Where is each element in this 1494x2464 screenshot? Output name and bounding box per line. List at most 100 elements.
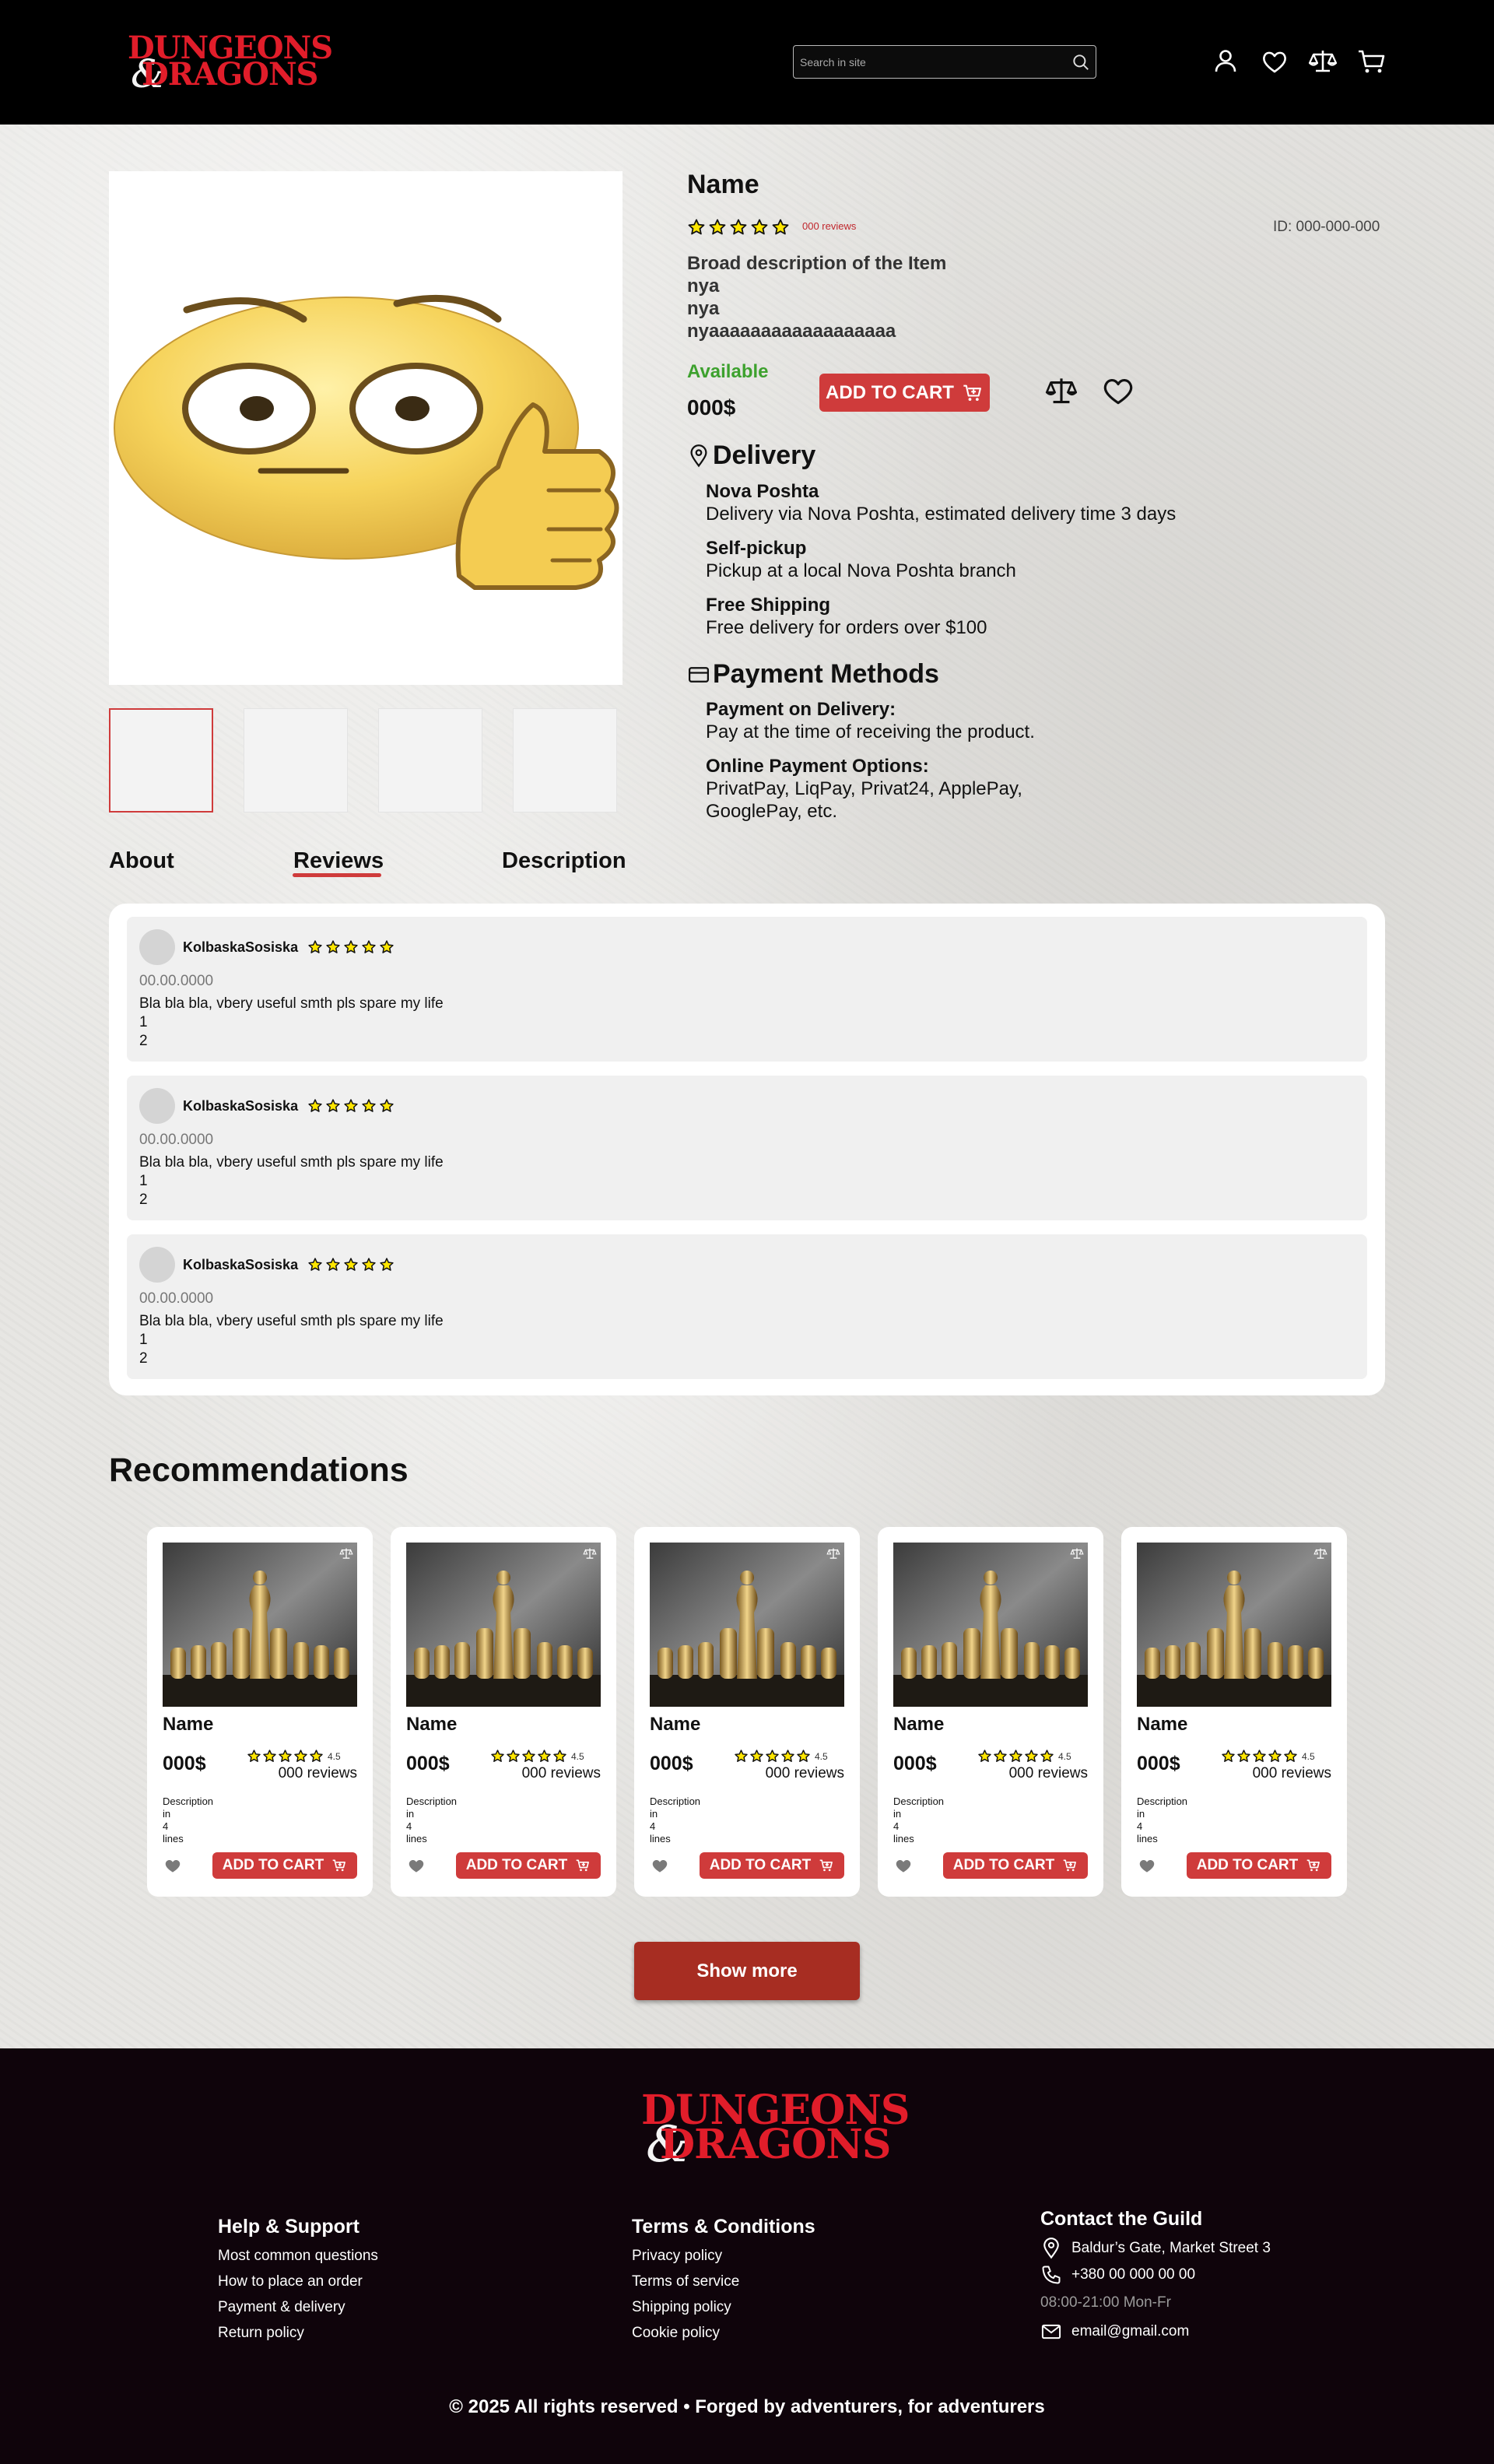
phone-icon bbox=[1042, 2266, 1061, 2284]
footer-dnd-logo[interactable]: DUNGEONS & DRAGONS bbox=[641, 2090, 910, 2171]
card-desc-line: lines bbox=[893, 1833, 914, 1844]
footer-link[interactable]: Shipping policy bbox=[632, 2299, 731, 2316]
footer-link[interactable]: Most common questions bbox=[218, 2248, 378, 2265]
compare-icon[interactable] bbox=[826, 1546, 841, 1561]
add-to-cart-button[interactable]: ADD TO CART bbox=[819, 374, 990, 412]
compare-icon[interactable] bbox=[1305, 44, 1341, 79]
thumbnail-4[interactable] bbox=[513, 708, 617, 813]
footer-link[interactable]: Terms of service bbox=[632, 2273, 739, 2290]
compare-icon[interactable] bbox=[1069, 1546, 1085, 1561]
card-description: Description in 4 lines bbox=[650, 1795, 720, 1845]
product-card[interactable]: Name 000$ 4.5 000 reviews Description in 4 line… bbox=[878, 1527, 1103, 1897]
card-price: 000$ bbox=[406, 1753, 450, 1774]
footer-link[interactable]: Payment & delivery bbox=[218, 2299, 345, 2316]
heart-icon[interactable] bbox=[893, 1855, 914, 1876]
card-price: 000$ bbox=[1137, 1753, 1180, 1774]
search-input[interactable] bbox=[800, 52, 1064, 72]
contact-hours: 08:00-21:00 Mon-Fr bbox=[1040, 2294, 1171, 2311]
add-to-cart-button[interactable]: ADD TO CART bbox=[212, 1852, 357, 1879]
card-desc-line: in bbox=[893, 1808, 902, 1820]
card-reviews[interactable]: 000 reviews bbox=[522, 1765, 601, 1782]
card-reviews[interactable]: 000 reviews bbox=[1253, 1765, 1331, 1782]
product-card[interactable]: Name 000$ 4.5 000 reviews Description in 4 line… bbox=[634, 1527, 860, 1897]
star-icon bbox=[553, 1750, 566, 1762]
card-image[interactable] bbox=[650, 1543, 844, 1707]
footer-link[interactable]: Return policy bbox=[218, 2325, 304, 2342]
thumbnail-1[interactable] bbox=[109, 708, 213, 813]
tab-reviews[interactable]: Reviews bbox=[293, 848, 384, 874]
thumbnail-3[interactable] bbox=[378, 708, 482, 813]
product-card[interactable]: Name 000$ 4.5 000 reviews Description in 4 line… bbox=[1121, 1527, 1347, 1897]
star-icon bbox=[308, 1099, 322, 1112]
card-reviews[interactable]: 000 reviews bbox=[279, 1765, 357, 1782]
cart-icon[interactable] bbox=[1354, 44, 1390, 79]
cart-plus-icon bbox=[1306, 1859, 1320, 1872]
star-icon bbox=[507, 1750, 520, 1762]
show-more-button[interactable]: Show more bbox=[634, 1942, 860, 2000]
contact-email[interactable]: email@gmail.com bbox=[1071, 2323, 1189, 2340]
add-to-cart-button[interactable]: ADD TO CART bbox=[1187, 1852, 1331, 1879]
card-image[interactable] bbox=[163, 1543, 357, 1707]
card-desc-line: lines bbox=[163, 1833, 184, 1844]
footer-link[interactable]: How to place an order bbox=[218, 2273, 363, 2290]
card-desc-line: in bbox=[406, 1808, 415, 1820]
cart-plus-icon bbox=[1063, 1859, 1077, 1872]
card-description: Description in 4 lines bbox=[1137, 1795, 1207, 1845]
star-icon bbox=[362, 1099, 376, 1112]
footer-link[interactable]: Privacy policy bbox=[632, 2248, 722, 2265]
thumbnail-2[interactable] bbox=[244, 708, 348, 813]
star-icon bbox=[344, 1258, 358, 1271]
card-image[interactable] bbox=[893, 1543, 1088, 1707]
star-icon bbox=[263, 1750, 276, 1762]
star-icon bbox=[1253, 1750, 1266, 1762]
card-reviews[interactable]: 000 reviews bbox=[1009, 1765, 1088, 1782]
star-icon bbox=[1268, 1750, 1282, 1762]
card-rating: 4.5 bbox=[490, 1749, 584, 1764]
review-stars bbox=[307, 1098, 395, 1114]
contact-phone[interactable]: +380 00 000 00 00 bbox=[1071, 2266, 1195, 2283]
star-icon bbox=[362, 1258, 376, 1271]
card-image[interactable] bbox=[1137, 1543, 1331, 1707]
star-icon bbox=[709, 219, 726, 235]
chess-pieces-image bbox=[163, 1543, 357, 1707]
search-icon[interactable] bbox=[1071, 52, 1091, 72]
dnd-logo[interactable]: DUNGEONS & DRAGONS bbox=[128, 31, 333, 94]
user-icon[interactable] bbox=[1208, 44, 1243, 79]
heart-icon[interactable] bbox=[406, 1855, 426, 1876]
compare-icon[interactable] bbox=[338, 1546, 354, 1561]
heart-icon[interactable] bbox=[650, 1855, 670, 1876]
review-username: KolbaskaSosiska bbox=[183, 939, 299, 955]
footer-link[interactable]: Cookie policy bbox=[632, 2325, 720, 2342]
card-price: 000$ bbox=[893, 1753, 937, 1774]
product-main-image[interactable] bbox=[109, 171, 622, 685]
heart-icon[interactable] bbox=[1137, 1855, 1157, 1876]
product-reviews-link[interactable]: 000 reviews bbox=[802, 220, 856, 232]
compare-icon[interactable] bbox=[1313, 1546, 1328, 1561]
product-card[interactable]: Name 000$ 4.5 000 reviews Description in 4 line… bbox=[391, 1527, 616, 1897]
tab-description[interactable]: Description bbox=[502, 848, 626, 874]
add-to-cart-button[interactable]: ADD TO CART bbox=[943, 1852, 1088, 1879]
add-to-cart-label: ADD TO CART bbox=[1196, 1857, 1299, 1873]
payment-option-title: Payment on Delivery: bbox=[706, 699, 896, 720]
card-desc-line: Description bbox=[650, 1795, 701, 1807]
star-icon bbox=[751, 219, 768, 235]
star-icon bbox=[1222, 1750, 1235, 1762]
product-name: Name bbox=[687, 170, 759, 199]
product-card[interactable]: Name 000$ 4.5 000 reviews Description in 4 line… bbox=[147, 1527, 373, 1897]
card-reviews[interactable]: 000 reviews bbox=[766, 1765, 844, 1782]
location-pin-icon bbox=[690, 444, 707, 468]
add-to-cart-button[interactable]: ADD TO CART bbox=[700, 1852, 844, 1879]
compare-icon[interactable] bbox=[1043, 372, 1080, 409]
compare-icon[interactable] bbox=[582, 1546, 598, 1561]
logo-text-bottom: DRAGONS bbox=[660, 2121, 891, 2168]
card-image[interactable] bbox=[406, 1543, 601, 1707]
heart-icon[interactable] bbox=[163, 1855, 183, 1876]
card-description: Description in 4 lines bbox=[163, 1795, 233, 1845]
heart-icon[interactable] bbox=[1257, 44, 1292, 79]
email-icon bbox=[1041, 2324, 1061, 2339]
payment-option-desc: Pay at the time of receiving the product… bbox=[706, 721, 1035, 742]
add-to-cart-button[interactable]: ADD TO CART bbox=[456, 1852, 601, 1879]
add-to-cart-label: ADD TO CART bbox=[222, 1857, 324, 1873]
wishlist-heart-icon[interactable] bbox=[1099, 372, 1138, 409]
tab-about[interactable]: About bbox=[109, 848, 174, 874]
